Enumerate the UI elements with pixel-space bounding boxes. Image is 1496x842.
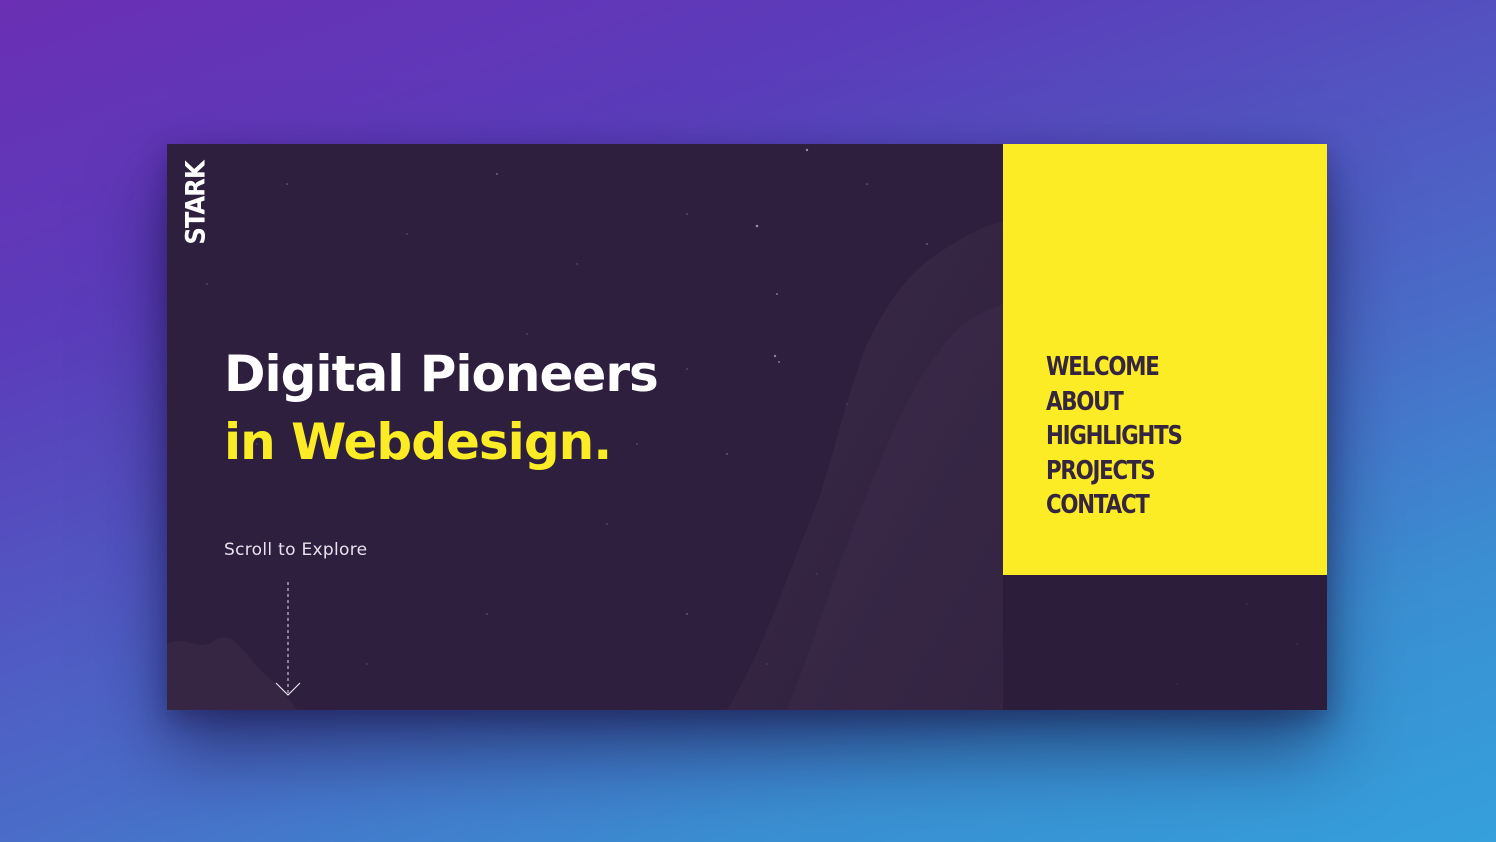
arrow-down-icon[interactable] (273, 582, 303, 700)
navigation-menu-panel: WELCOME ABOUT HIGHLIGHTS PROJECTS CONTAC… (1003, 144, 1327, 575)
headline-line-1: Digital Pioneers (224, 345, 659, 403)
menu-item-projects[interactable]: PROJECTS (1046, 454, 1182, 489)
brand-logo[interactable]: STARK (180, 161, 212, 245)
brand-logo-text: STARK (180, 161, 212, 245)
hero-card: STARK Digital Pioneers in Webdesign. Scr… (167, 144, 1327, 710)
menu-item-about[interactable]: ABOUT (1046, 385, 1182, 420)
navigation-menu: WELCOME ABOUT HIGHLIGHTS PROJECTS CONTAC… (1046, 350, 1211, 523)
hero-headline: Digital Pioneers in Webdesign. (224, 340, 659, 476)
scroll-to-explore-label[interactable]: Scroll to Explore (224, 540, 367, 560)
headline-line-2: in Webdesign. (224, 413, 612, 471)
menu-item-welcome[interactable]: WELCOME (1046, 350, 1182, 385)
menu-item-contact[interactable]: CONTACT (1046, 488, 1182, 523)
menu-item-highlights[interactable]: HIGHLIGHTS (1046, 419, 1183, 454)
